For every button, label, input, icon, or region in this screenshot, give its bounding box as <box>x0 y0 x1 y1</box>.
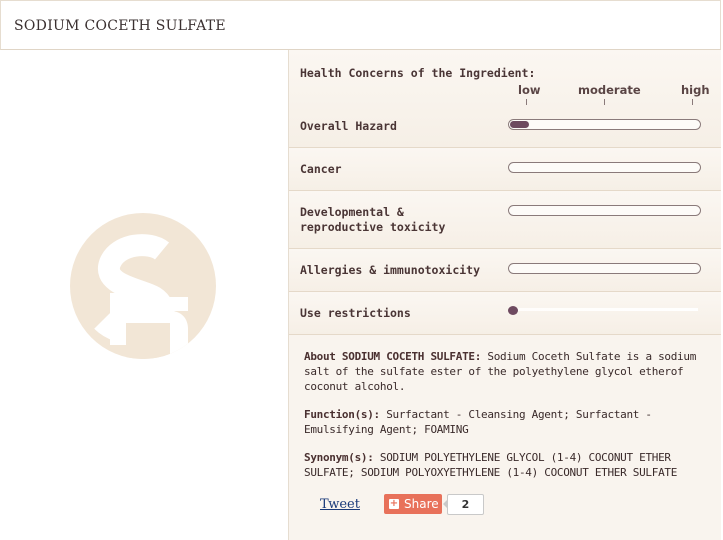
cancer-bar <box>508 162 701 173</box>
use-restrictions-indicator <box>508 306 518 315</box>
scale-high-label: high <box>681 83 710 97</box>
cancer-label: Cancer <box>300 162 342 176</box>
function-lead: Function(s): <box>304 408 380 421</box>
about-lead: About SODIUM COCETH SULFATE: <box>304 350 482 363</box>
developmental-row: Developmental & reproductive toxicity <box>289 191 721 249</box>
scale-low-label: low <box>518 83 541 97</box>
share-button[interactable]: + Share <box>384 494 442 514</box>
scale-moderate-tick <box>604 99 605 105</box>
developmental-bar <box>508 205 701 216</box>
overall-hazard-row: Health Concerns of the Ingredient: low m… <box>289 50 721 148</box>
about-section: About SODIUM COCETH SULFATE: Sodium Coce… <box>304 349 716 394</box>
health-concerns-heading: Health Concerns of the Ingredient: <box>300 66 536 80</box>
overall-hazard-label: Overall Hazard <box>300 119 397 133</box>
ingredient-title-bar: SODIUM COCETH SULFATE <box>0 0 721 50</box>
use-restrictions-label: Use restrictions <box>300 306 411 320</box>
developmental-label-line1: Developmental & <box>300 205 404 219</box>
function-section: Function(s): Surfactant - Cleansing Agen… <box>304 407 716 437</box>
health-concerns-panel: Health Concerns of the Ingredient: low m… <box>289 50 721 540</box>
synonyms-lead: Synonym(s): <box>304 451 374 464</box>
allergies-bar <box>508 263 701 274</box>
scale-low-tick <box>526 99 527 105</box>
tweet-link[interactable]: Tweet <box>320 497 360 512</box>
share-label: Share <box>404 497 439 511</box>
overall-hazard-fill <box>510 121 529 128</box>
allergies-label: Allergies & immunotoxicity <box>300 263 481 277</box>
overall-hazard-bar <box>508 119 701 130</box>
developmental-label-line2: reproductive toxicity <box>300 220 446 234</box>
ingredient-title: SODIUM COCETH SULFATE <box>14 18 226 34</box>
use-restrictions-track <box>509 308 698 311</box>
synonyms-section: Synonym(s): SODIUM POLYETHYLENE GLYCOL (… <box>304 450 716 480</box>
allergies-row: Allergies & immunotoxicity <box>289 249 721 292</box>
ingredient-logo-icon <box>70 213 216 359</box>
scale-moderate-label: moderate <box>578 83 641 97</box>
plus-icon: + <box>389 498 399 509</box>
use-restrictions-row: Use restrictions <box>289 292 721 335</box>
scale-high-tick <box>692 99 693 105</box>
share-count: 2 <box>443 494 484 515</box>
cancer-row: Cancer <box>289 148 721 191</box>
